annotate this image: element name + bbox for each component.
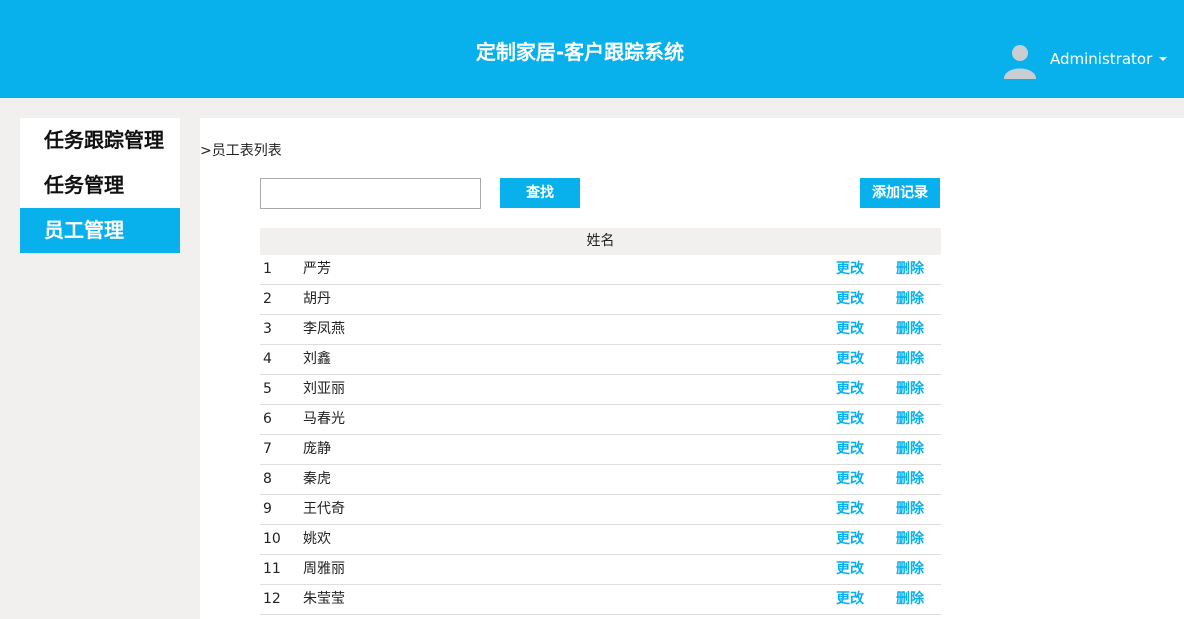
table-row: 2 胡丹 更改 删除: [260, 285, 941, 315]
delete-link[interactable]: 删除: [896, 345, 924, 374]
table-row: 12 朱莹莹 更改 删除: [260, 585, 941, 615]
table-body: 1 严芳 更改 删除 2 胡丹 更改 删除 3 李凤燕 更改 删除 4 刘鑫 更改 删除 5 刘亚丽 更改 删除 6 马春…: [260, 255, 941, 615]
edit-link[interactable]: 更改: [836, 315, 864, 344]
edit-link[interactable]: 更改: [836, 285, 864, 314]
delete-link[interactable]: 删除: [896, 315, 924, 344]
row-number: 7: [263, 441, 272, 457]
row-number: 9: [263, 501, 272, 517]
employee-name: 周雅丽: [303, 561, 345, 577]
row-number: 8: [263, 471, 272, 487]
delete-link[interactable]: 删除: [896, 555, 924, 584]
sidebar-item-task-management[interactable]: 任务管理: [20, 163, 180, 208]
breadcrumb: >员工表列表: [200, 143, 282, 159]
row-number: 4: [263, 351, 272, 367]
delete-link[interactable]: 删除: [896, 465, 924, 494]
row-number: 11: [263, 561, 281, 577]
delete-link[interactable]: 删除: [896, 405, 924, 434]
table-row: 9 王代奇 更改 删除: [260, 495, 941, 525]
user-name: Administrator: [1050, 50, 1153, 68]
delete-link[interactable]: 删除: [896, 525, 924, 554]
edit-link[interactable]: 更改: [836, 495, 864, 524]
employee-table: 姓名 1 严芳 更改 删除 2 胡丹 更改 删除 3 李凤燕 更改 删除 4 刘鑫 更改 删除 5 刘亚丽 更改 删除…: [260, 228, 941, 615]
edit-link[interactable]: 更改: [836, 375, 864, 404]
employee-name: 刘亚丽: [303, 381, 345, 397]
row-number: 1: [263, 261, 272, 277]
table-row: 3 李凤燕 更改 删除: [260, 315, 941, 345]
employee-name: 刘鑫: [303, 351, 331, 367]
edit-link[interactable]: 更改: [836, 405, 864, 434]
delete-link[interactable]: 删除: [896, 585, 924, 614]
row-number: 10: [263, 531, 281, 547]
edit-link[interactable]: 更改: [836, 345, 864, 374]
main-panel: >员工表列表 查找 添加记录 姓名 1 严芳 更改 删除 2 胡丹 更改 删除 3 李凤燕 更改 删除…: [200, 118, 1184, 619]
employee-name: 朱莹莹: [303, 591, 345, 607]
table-row: 10 姚欢 更改 删除: [260, 525, 941, 555]
table-row: 5 刘亚丽 更改 删除: [260, 375, 941, 405]
edit-link[interactable]: 更改: [836, 585, 864, 614]
table-row: 1 严芳 更改 删除: [260, 255, 941, 285]
row-number: 6: [263, 411, 272, 427]
table-row: 8 秦虎 更改 删除: [260, 465, 941, 495]
delete-link[interactable]: 删除: [896, 435, 924, 464]
table-row: 7 庞静 更改 删除: [260, 435, 941, 465]
app-header: 定制家居-客户跟踪系统 Administrator: [0, 0, 1184, 98]
edit-link[interactable]: 更改: [836, 555, 864, 584]
table-row: 6 马春光 更改 删除: [260, 405, 941, 435]
add-record-button[interactable]: 添加记录: [860, 178, 940, 208]
app-title: 定制家居-客户跟踪系统: [475, 40, 685, 64]
edit-link[interactable]: 更改: [836, 525, 864, 554]
edit-link[interactable]: 更改: [836, 435, 864, 464]
employee-name: 胡丹: [303, 291, 331, 307]
employee-name: 严芳: [303, 261, 331, 277]
employee-name: 马春光: [303, 411, 345, 427]
search-button[interactable]: 查找: [500, 178, 580, 208]
user-menu[interactable]: Administrator: [1000, 38, 1168, 80]
delete-link[interactable]: 删除: [896, 285, 924, 314]
sidebar-item-employee-management[interactable]: 员工管理: [20, 208, 180, 253]
sidebar: 任务跟踪管理 任务管理 员工管理: [20, 118, 180, 253]
delete-link[interactable]: 删除: [896, 255, 924, 284]
employee-name: 秦虎: [303, 471, 331, 487]
edit-link[interactable]: 更改: [836, 255, 864, 284]
delete-link[interactable]: 删除: [896, 495, 924, 524]
employee-name: 庞静: [303, 441, 331, 457]
employee-name: 李凤燕: [303, 321, 345, 337]
table-row: 4 刘鑫 更改 删除: [260, 345, 941, 375]
employee-name: 姚欢: [303, 531, 331, 547]
sidebar-item-task-tracking[interactable]: 任务跟踪管理: [20, 118, 180, 163]
delete-link[interactable]: 删除: [896, 375, 924, 404]
caret-down-icon: [1159, 57, 1168, 61]
row-number: 12: [263, 591, 281, 607]
table-header-name: 姓名: [260, 228, 941, 255]
row-number: 2: [263, 291, 272, 307]
table-row: 11 周雅丽 更改 删除: [260, 555, 941, 585]
employee-name: 王代奇: [303, 501, 345, 517]
row-number: 5: [263, 381, 272, 397]
edit-link[interactable]: 更改: [836, 465, 864, 494]
search-input[interactable]: [260, 178, 481, 209]
user-avatar-icon: [1004, 45, 1036, 79]
row-number: 3: [263, 321, 272, 337]
